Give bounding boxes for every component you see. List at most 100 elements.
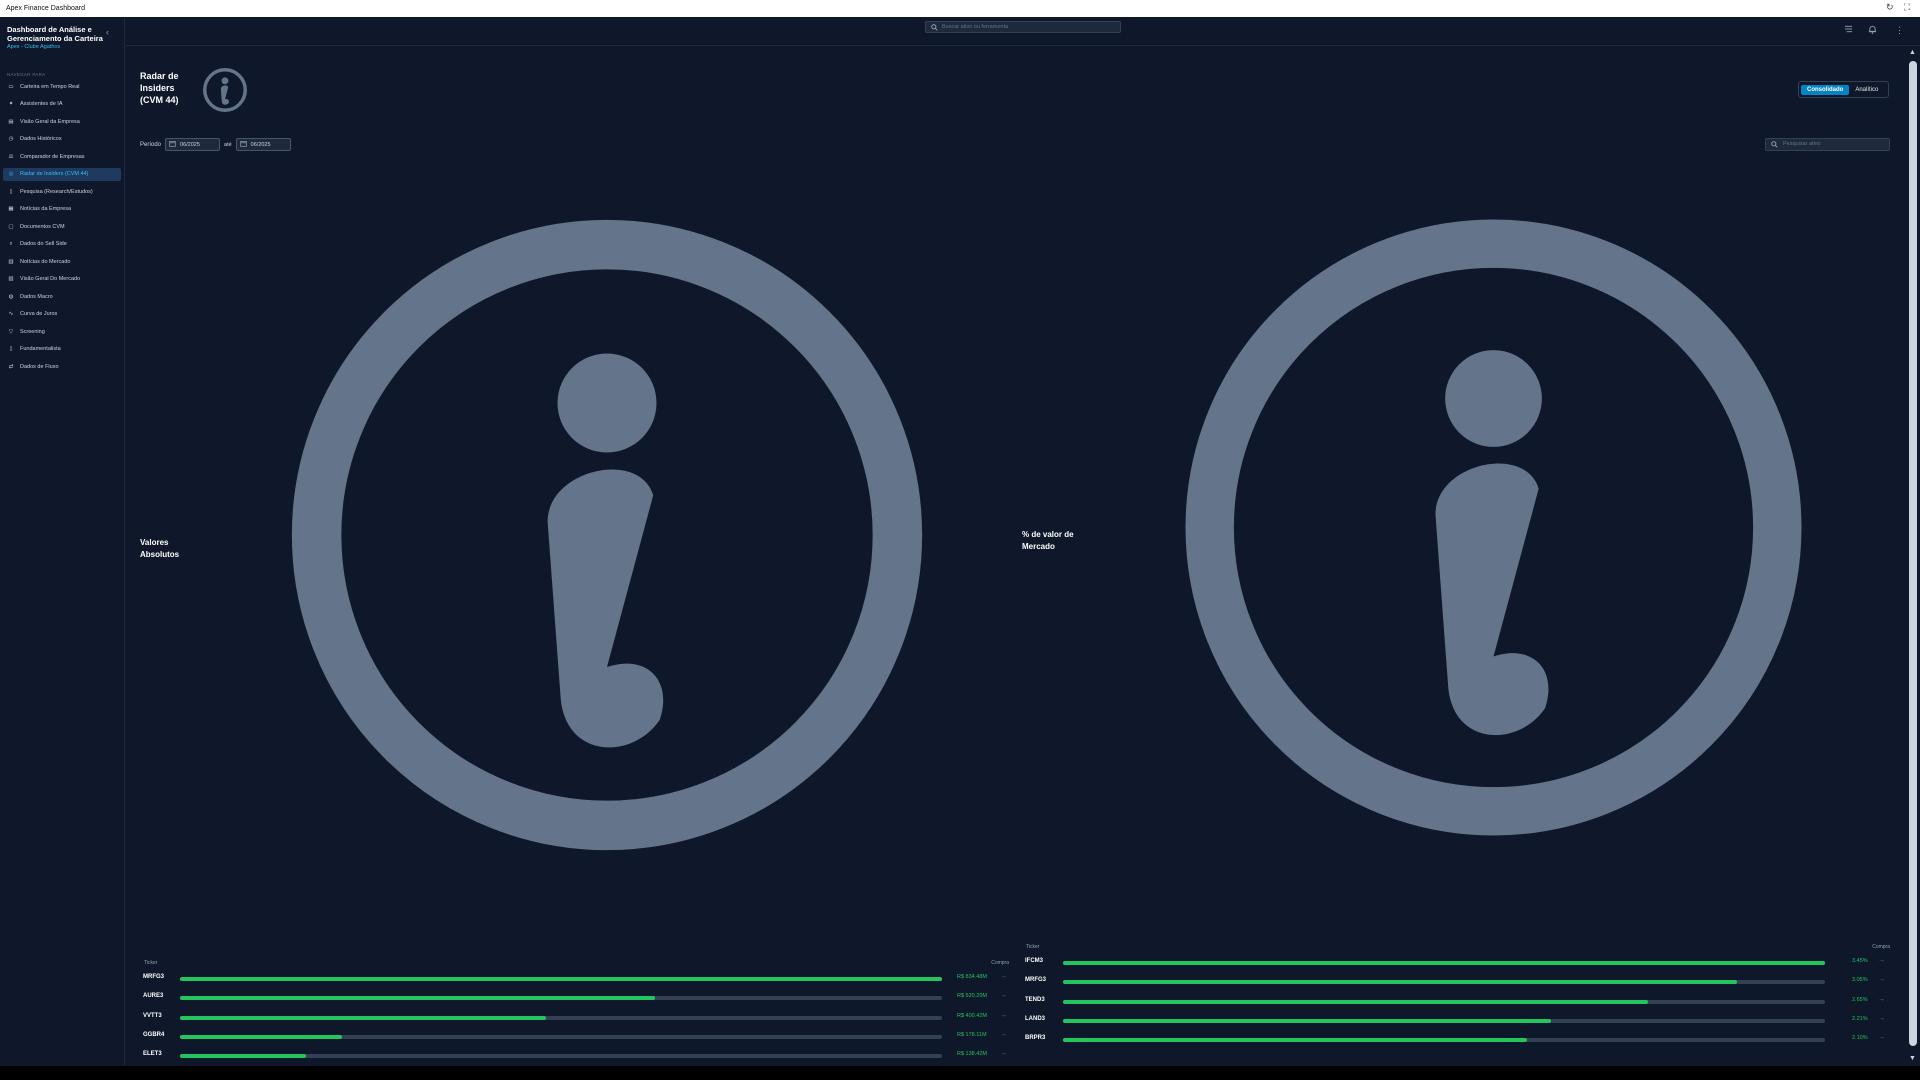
sidebar-item-document[interactable]: ▢ Documentos CVM — [3, 220, 121, 233]
sidebar-nav: ▭ Carteira em Tempo Real ✦ Assistentes de I… — [3, 80, 121, 378]
arrow-right-icon[interactable]: → — [1000, 1031, 1007, 1038]
building-icon: ▤ — [8, 118, 14, 125]
sidebar-item-scale[interactable]: ⚖ Comparador de Empresas — [3, 150, 121, 163]
ranking-row[interactable]: GGBR4 R$ 178.11M → — [140, 1028, 1011, 1047]
bar-fill — [180, 996, 655, 1001]
sidebar-item-label: Screening — [20, 328, 45, 335]
value-label: 2.65% — [1852, 996, 1868, 1003]
arrow-right-icon[interactable]: → — [1878, 976, 1885, 983]
page-title: Radar de Insiders (CVM 44) — [140, 71, 179, 105]
newspaper-icon: ▦ — [8, 206, 14, 212]
date-to-input[interactable]: 06/2025 — [235, 138, 291, 151]
sidebar-item-label: Carteira em Tempo Real — [20, 83, 80, 90]
bar-track — [1063, 980, 1825, 985]
ranking-row[interactable]: MRFG3 R$ 834.48M → — [140, 970, 1011, 989]
sidebar-item-globe[interactable]: ◍ Dados Macro — [3, 290, 121, 303]
ticker-label: GGBR4 — [143, 1031, 165, 1038]
info-icon[interactable] — [277, 205, 937, 870]
view-toggle: Consolidado Analítico — [1798, 81, 1889, 98]
scrollbar[interactable]: ▲ ▼ — [1906, 47, 1920, 1066]
ticker-label: LAND3 — [1025, 1015, 1046, 1022]
absolute-ranking: Ticker Compra MRFG3 R$ 834.48M → AURE3 R$ 520.… — [140, 960, 1011, 1066]
sidebar-item-newspaper[interactable]: ▦ Notícias da Empresa — [3, 203, 121, 216]
ticker-label: VVTT3 — [143, 1012, 162, 1019]
arrow-right-icon[interactable]: → — [1000, 973, 1007, 980]
sidebar-item-label: Fundamentalista — [20, 346, 61, 352]
value-label: R$ 520.20M — [957, 993, 987, 1000]
ranking-header: Ticker Compra — [140, 960, 1011, 970]
info-icon[interactable] — [1171, 205, 1816, 855]
ranking-row[interactable]: IFCM3 3.45% → — [1022, 954, 1892, 973]
search-icon — [1771, 141, 1778, 153]
sidebar-item-label: Dados do Sell Side — [20, 241, 67, 247]
arrow-right-icon[interactable]: → — [1000, 1012, 1007, 1019]
collapse-sidebar-icon[interactable]: ‹ — [106, 27, 109, 37]
bottom-bar — [0, 1066, 1920, 1080]
bar-track — [180, 977, 942, 981]
bar-track — [1063, 961, 1825, 965]
period-label: Período — [140, 141, 162, 148]
top-header: Buscar ativo ou ferramenta ⋮ — [126, 17, 1920, 46]
sparkle-icon: ✦ — [8, 101, 14, 107]
sidebar-item-radar[interactable]: ◎ Radar de Insiders (CVM 44) — [3, 167, 121, 181]
ranking-row[interactable]: AURE3 R$ 520.20M → — [140, 989, 1011, 1008]
sidebar-item-sparkle[interactable]: ✦ Assistentes de IA — [3, 98, 121, 111]
arrow-right-icon[interactable]: → — [1878, 996, 1885, 1003]
tab-consolidated[interactable]: Consolidado — [1801, 84, 1850, 95]
arrow-right-icon[interactable]: → — [1000, 992, 1007, 999]
scroll-up-icon[interactable]: ▲ — [1909, 49, 1916, 56]
app: Dashboard de Análise e Gerenciamento da … — [0, 17, 1920, 1066]
radar-icon: ◎ — [8, 171, 14, 177]
sidebar-item-search[interactable]: ⌕ Dados do Sell Side — [3, 238, 121, 251]
sidebar-title: Dashboard de Análise e Gerenciamento da … — [7, 25, 103, 43]
sidebar-item-chart[interactable]: ▨ Visão Geral Do Mercado — [3, 273, 121, 286]
sidebar-item-label: Visão Geral Do Mercado — [20, 276, 81, 282]
sidebar-item-label: Dados de Fluxo — [20, 363, 59, 370]
more-vertical-icon[interactable]: ⋮ — [1895, 25, 1904, 36]
asset-search-input[interactable]: Pesquisar ativo — [1765, 138, 1890, 151]
arrow-right-icon[interactable]: → — [1878, 1034, 1885, 1041]
date-from-input[interactable]: 06/2025 — [165, 138, 221, 151]
value-label: R$ 178.11M — [957, 1031, 987, 1038]
arrow-right-icon[interactable]: → — [1000, 1050, 1007, 1057]
sidebar-item-curve[interactable]: ∿ Curva de Juros — [3, 308, 121, 321]
value-label: R$ 834.48M — [957, 974, 987, 980]
global-search-input[interactable]: Buscar ativo ou ferramenta — [925, 21, 1121, 33]
ranking-row[interactable]: VVTT3 R$ 400.42M → — [140, 1009, 1011, 1028]
arrow-right-icon[interactable]: → — [1878, 1015, 1885, 1022]
sidebar-item-building[interactable]: ▤ Visão Geral da Empresa — [3, 115, 121, 128]
menu-lines-icon[interactable] — [1844, 25, 1853, 35]
calendar-icon — [169, 140, 176, 149]
bar-fill — [180, 1054, 307, 1059]
bell-icon[interactable] — [1868, 25, 1877, 36]
curve-icon: ∿ — [8, 311, 14, 317]
ranking-row[interactable]: LAND3 2.21% → — [1022, 1012, 1892, 1031]
info-icon[interactable] — [202, 67, 248, 118]
scrollbar-thumb[interactable] — [1909, 61, 1917, 1046]
tab-analytic[interactable]: Analítico — [1849, 85, 1884, 95]
ranking-row[interactable]: MRFG3 3.05% → — [1022, 973, 1892, 992]
arrow-right-icon[interactable]: → — [1878, 957, 1885, 964]
ranking-row[interactable]: ELET3 R$ 138.42M → — [140, 1047, 1011, 1066]
sidebar-item-news[interactable]: ▥ Notícias do Mercado — [3, 255, 121, 268]
calendar-icon — [240, 140, 247, 149]
ranking-row[interactable]: TEND3 2.65% → — [1022, 993, 1892, 1012]
sidebar-item-book[interactable]: ▯ Fundamentalista — [3, 343, 121, 356]
sidebar-item-label: Pesquisa (Research/Estudos) — [20, 188, 93, 195]
percent-ranking: Ticker Compra IFCM3 3.45% → MRFG3 3.05% → TEND3 2… — [1022, 944, 1892, 1050]
ticker-label: AURE3 — [143, 993, 164, 1000]
scroll-down-icon[interactable]: ▼ — [1909, 1055, 1916, 1062]
sidebar-item-flow[interactable]: ⇄ Dados de Fluxo — [3, 360, 121, 373]
bar-track — [180, 1054, 942, 1059]
clock-icon: ◷ — [8, 136, 14, 142]
bar-track — [180, 1015, 942, 1020]
sidebar-item-filter[interactable]: ▽ Screening — [3, 325, 121, 338]
sidebar-item-label: Assistentes de IA — [20, 101, 63, 107]
fullscreen-icon[interactable]: ⛶ — [1904, 2, 1910, 13]
sidebar-item-clock[interactable]: ◷ Dados Históricos — [3, 133, 121, 146]
value-column-header: Compra — [991, 960, 1009, 966]
sidebar-item-file[interactable]: ▯ Pesquisa (Research/Estudos) — [3, 185, 121, 198]
refresh-icon[interactable]: ↻ — [1886, 2, 1894, 13]
ranking-row[interactable]: BRPR3 2.10% → — [1022, 1031, 1892, 1050]
sidebar-item-wallet[interactable]: ▭ Carteira em Tempo Real — [3, 80, 121, 93]
